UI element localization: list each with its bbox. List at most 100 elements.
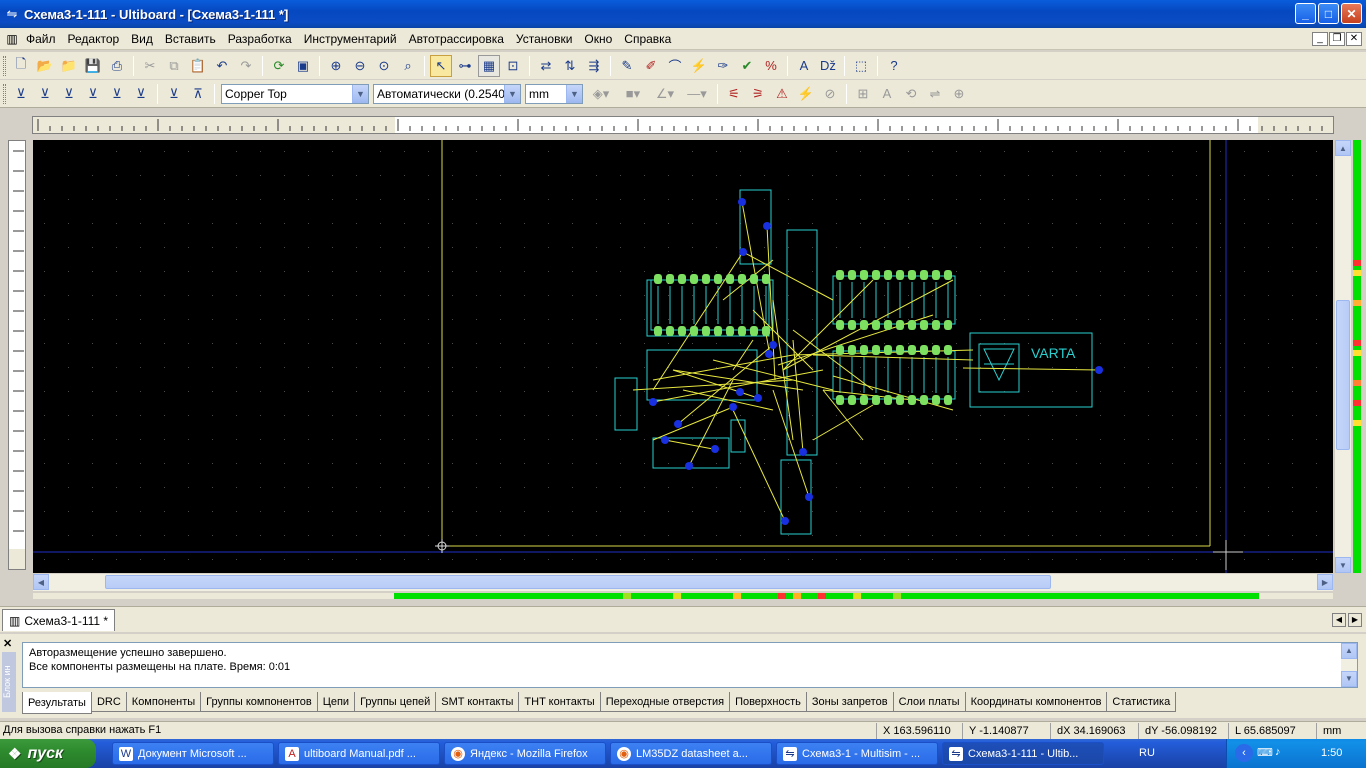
document-icon[interactable]: ▥: [4, 32, 20, 46]
hierarchy-icon[interactable]: ⊶: [454, 55, 476, 77]
tab-tht-pads[interactable]: THT контакты: [518, 692, 601, 712]
close-button[interactable]: ✕: [1341, 3, 1362, 24]
language-indicator[interactable]: RU: [1139, 747, 1155, 759]
zoom-area-icon[interactable]: ⊙: [373, 55, 395, 77]
draw-line-icon[interactable]: ✎: [616, 55, 638, 77]
filter-traces-icon[interactable]: ⊻: [34, 83, 56, 105]
horizontal-scrollbar[interactable]: ◀ ▶: [33, 574, 1333, 591]
filter-text-icon[interactable]: ⊻: [58, 83, 80, 105]
filter-pads-icon[interactable]: ⊻: [106, 83, 128, 105]
tab-prev-icon[interactable]: ◀: [1332, 613, 1346, 627]
attribute-icon[interactable]: ǅ: [817, 55, 839, 77]
grid-icon[interactable]: ▦: [478, 54, 500, 77]
rotate-icon[interactable]: ⟲: [900, 83, 922, 105]
trace-icon[interactable]: ✐: [640, 55, 662, 77]
selection-rect-icon[interactable]: ⬚: [850, 55, 872, 77]
pcb-drawing[interactable]: VARTA: [33, 140, 1333, 573]
scroll-down-icon[interactable]: ▼: [1335, 557, 1351, 573]
chevron-down-icon[interactable]: ▼: [504, 84, 520, 103]
chevron-down-icon[interactable]: ▼: [352, 84, 368, 103]
text-icon[interactable]: A: [793, 55, 815, 77]
menu-design[interactable]: Разработка: [222, 32, 298, 46]
mdi-restore-button[interactable]: ❐: [1329, 32, 1345, 46]
close-panel-icon[interactable]: ✕: [3, 637, 12, 650]
tab-component-coordinates[interactable]: Координаты компонентов: [964, 692, 1108, 712]
autoroute-selected-icon[interactable]: ⚞: [747, 83, 769, 105]
units-select[interactable]: mm ▼: [525, 83, 583, 104]
minimize-button[interactable]: _: [1295, 3, 1316, 24]
zoom-fit-icon[interactable]: ⌕: [397, 55, 419, 77]
menu-autoroute[interactable]: Автотрассировка: [403, 32, 510, 46]
menu-options[interactable]: Установки: [510, 32, 578, 46]
chevron-down-icon[interactable]: ▼: [566, 84, 582, 103]
ultiboard-app-icon[interactable]: ⇋: [4, 6, 20, 22]
help-icon[interactable]: ?: [883, 55, 905, 77]
tab-smt-pads[interactable]: SMT контакты: [435, 692, 520, 712]
text-size-icon[interactable]: A: [876, 83, 898, 105]
menu-window[interactable]: Окно: [578, 32, 618, 46]
tab-next-icon[interactable]: ▶: [1348, 613, 1362, 627]
tab-copper-areas[interactable]: Поверхность: [729, 692, 807, 712]
tab-component-groups[interactable]: Группы компонентов: [200, 692, 318, 712]
full-screen-icon[interactable]: ▣: [292, 55, 314, 77]
arc-icon[interactable]: ⌒: [664, 55, 686, 77]
layer-select[interactable]: Copper Top ▼: [221, 83, 369, 104]
flip-icon[interactable]: ⇌: [924, 83, 946, 105]
vertical-scrollbar[interactable]: ▲ ▼: [1334, 140, 1351, 573]
menu-file[interactable]: Файл: [20, 32, 62, 46]
follow-me-icon[interactable]: ⚡: [688, 55, 710, 77]
scroll-down-icon[interactable]: ▼: [1341, 671, 1357, 687]
autoroute-icon[interactable]: ⚟: [723, 83, 745, 105]
tab-nets[interactable]: Цепи: [316, 692, 356, 712]
move-icon[interactable]: ⇶: [583, 55, 605, 77]
place-icon[interactable]: ⇄: [535, 55, 557, 77]
connection-icon[interactable]: ✑: [712, 55, 734, 77]
menu-edit[interactable]: Редактор: [62, 32, 126, 46]
start-button[interactable]: ❖ пуск: [0, 739, 96, 768]
pcb-canvas[interactable]: VARTA: [33, 140, 1333, 573]
volume-icon[interactable]: ♪: [1275, 746, 1281, 758]
spreadsheet-view-label[interactable]: Блок ин: [2, 652, 16, 712]
tab-board-layers[interactable]: Слои платы: [892, 692, 966, 712]
tab-results[interactable]: Результаты: [22, 692, 92, 714]
tab-document[interactable]: ▥ Схема3-1-111 *: [2, 609, 116, 631]
filter-parts-icon[interactable]: ⊻: [10, 83, 32, 105]
toolbar-grip[interactable]: [3, 83, 6, 104]
taskbar-item-firefox-yandex[interactable]: ◉ Яндекс - Mozilla Firefox: [444, 742, 606, 765]
fill-color-icon[interactable]: ◈▾: [586, 83, 616, 105]
cut-icon[interactable]: ✂: [139, 55, 161, 77]
lock-icon[interactable]: ⊕: [948, 83, 970, 105]
new-file-icon[interactable]: 🗋: [10, 55, 32, 77]
route-part-icon[interactable]: ⚡: [795, 83, 817, 105]
undo-icon[interactable]: ↶: [211, 55, 233, 77]
tab-components[interactable]: Компоненты: [125, 692, 202, 712]
line-style-icon[interactable]: ∠▾: [650, 83, 680, 105]
tab-statistics[interactable]: Статистика: [1106, 692, 1177, 712]
filter-all-icon[interactable]: ⊼: [187, 83, 209, 105]
trace-width-select[interactable]: Автоматически (0.2540 ▼: [373, 83, 521, 104]
scroll-right-icon[interactable]: ▶: [1317, 574, 1333, 590]
tray-expand-icon[interactable]: ‹: [1235, 744, 1253, 762]
save-icon[interactable]: 💾: [82, 55, 104, 77]
vertical-scroll-thumb[interactable]: [1336, 300, 1350, 450]
open-project-icon[interactable]: 📁: [58, 55, 80, 77]
mdi-close-button[interactable]: ✕: [1346, 32, 1362, 46]
paste-icon[interactable]: 📋: [187, 55, 209, 77]
toolbar-grip[interactable]: [3, 55, 6, 76]
taskbar-item-firefox-datasheet[interactable]: ◉ LM35DZ datasheet a...: [610, 742, 772, 765]
scroll-up-icon[interactable]: ▲: [1335, 140, 1351, 156]
mdi-minimize-button[interactable]: _: [1312, 32, 1328, 46]
line-width-icon[interactable]: —▾: [682, 83, 712, 105]
menu-view[interactable]: Вид: [125, 32, 159, 46]
zoom-in-icon[interactable]: ⊕: [325, 55, 347, 77]
zoom-out-icon[interactable]: ⊖: [349, 55, 371, 77]
drc-icon[interactable]: %: [760, 55, 782, 77]
filter-labels-icon[interactable]: ⊻: [163, 83, 185, 105]
filter-vias-icon[interactable]: ⊻: [82, 83, 104, 105]
select-arrow-icon[interactable]: ↖: [430, 54, 452, 77]
refresh-icon[interactable]: ⟳: [268, 55, 290, 77]
horizontal-scroll-thumb[interactable]: [105, 575, 1051, 589]
network-icon[interactable]: ⌨: [1257, 746, 1273, 759]
check-icon[interactable]: ✔: [736, 55, 758, 77]
print-icon[interactable]: ⎙: [106, 55, 128, 77]
